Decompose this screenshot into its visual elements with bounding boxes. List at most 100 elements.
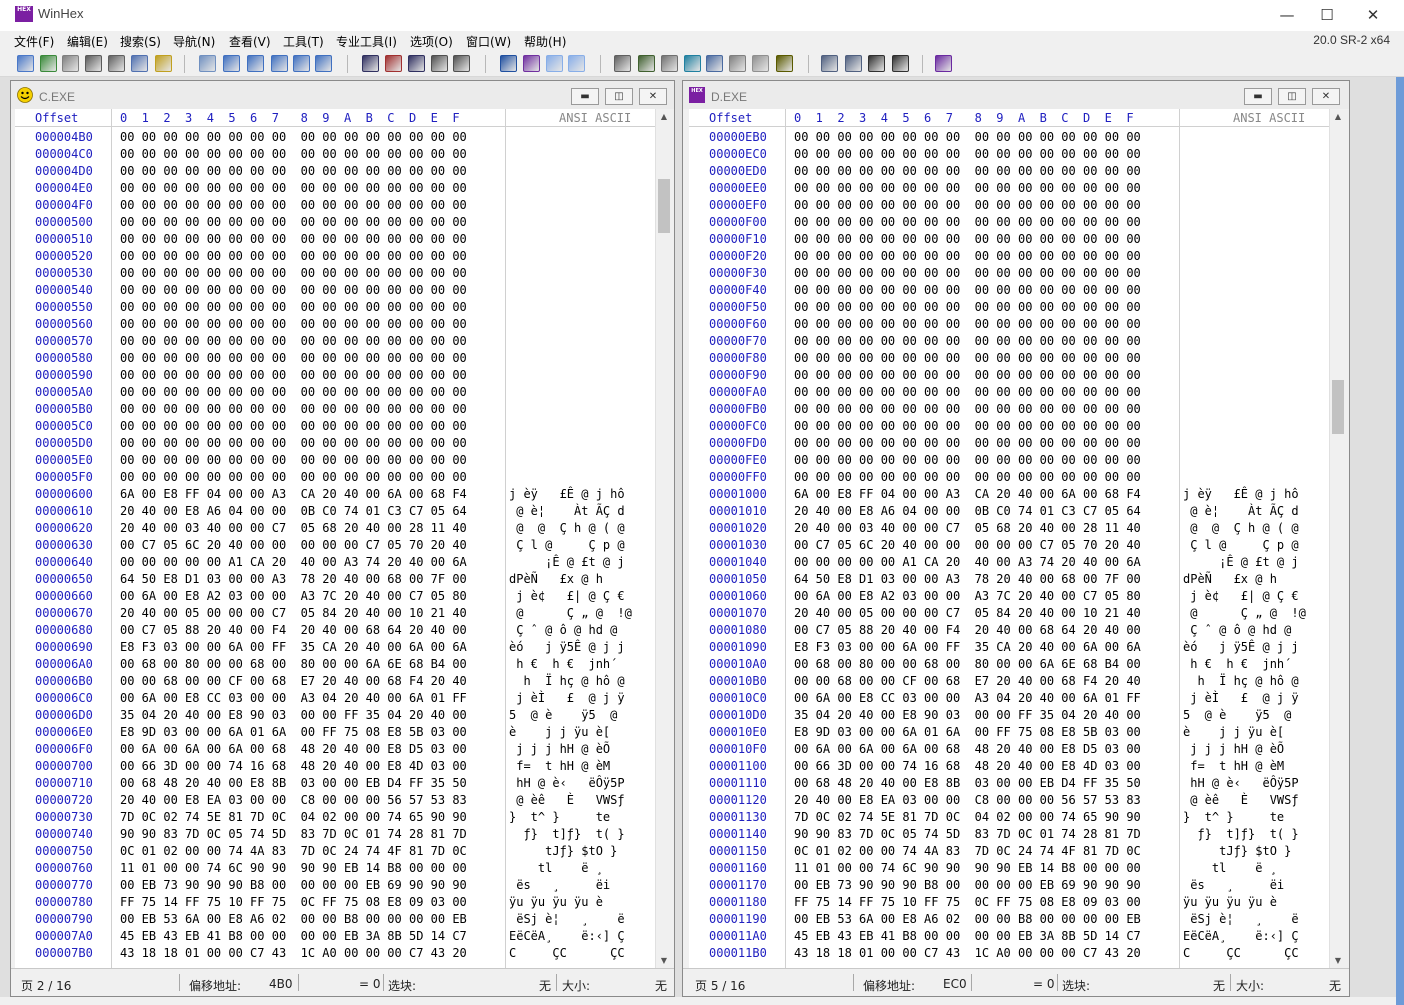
calculator-icon[interactable]	[684, 55, 701, 72]
row-ansi-text[interactable]: j j j hH @ èÕ	[1183, 741, 1299, 758]
row-hex-bytes[interactable]: 00 00 00 00 00 00 00 00 00 00 00 00 00 0…	[120, 299, 467, 316]
row-ansi-text[interactable]: èó j ÿ5Ê @ j j	[509, 639, 625, 656]
hex-row[interactable]: 00000630 00 C7 05 6C 20 40 00 00 00 00 00…	[15, 537, 655, 554]
row-hex-bytes[interactable]: 00 68 00 80 00 00 68 00 80 00 00 6A 6E 6…	[120, 656, 467, 673]
row-hex-bytes[interactable]: 00 C7 05 6C 20 40 00 00 00 00 00 C7 05 7…	[120, 537, 467, 554]
hex-row[interactable]: 00000FE0 00 00 00 00 00 00 00 00 00 00 00…	[689, 452, 1329, 469]
row-hex-bytes[interactable]: 35 04 20 40 00 E8 90 03 00 00 FF 35 04 2…	[120, 707, 467, 724]
settings-icon[interactable]	[776, 55, 793, 72]
hex-row[interactable]: 00001010 20 40 00 E8 A6 04 00 00 0B C0 74…	[689, 503, 1329, 520]
hex-row[interactable]: 00000F20 00 00 00 00 00 00 00 00 00 00 00…	[689, 248, 1329, 265]
row-ansi-text[interactable]: tl ë ¸	[509, 860, 625, 877]
row-hex-bytes[interactable]: 00 00 00 00 00 00 00 00 00 00 00 00 00 0…	[120, 384, 467, 401]
row-hex-bytes[interactable]: FF 75 14 FF 75 10 FF 75 0C FF 75 08 E8 0…	[794, 894, 1141, 911]
row-hex-bytes[interactable]: 6A 00 E8 FF 04 00 00 A3 CA 20 40 00 6A 0…	[120, 486, 467, 503]
menu-navigate[interactable]: 导航(N)	[173, 33, 215, 50]
hex-row[interactable]: 00000FA0 00 00 00 00 00 00 00 00 00 00 00…	[689, 384, 1329, 401]
row-hex-bytes[interactable]: 00 00 00 00 00 00 00 00 00 00 00 00 00 0…	[794, 384, 1141, 401]
row-hex-bytes[interactable]: 00 00 00 00 00 00 00 00 00 00 00 00 00 0…	[794, 367, 1141, 384]
hex-row[interactable]: 000010A0 00 68 00 80 00 00 68 00 80 00 00…	[689, 656, 1329, 673]
hex-row[interactable]: 00000F60 00 00 00 00 00 00 00 00 00 00 00…	[689, 316, 1329, 333]
row-hex-bytes[interactable]: 0C 01 02 00 00 74 4A 83 7D 0C 24 74 4F 8…	[794, 843, 1141, 860]
vertical-scrollbar[interactable]: ▲ ▼	[1329, 109, 1345, 969]
open-disk-icon[interactable]	[614, 55, 631, 72]
menu-edit[interactable]: 编辑(E)	[67, 33, 108, 50]
row-hex-bytes[interactable]: 00 00 00 00 00 00 00 00 00 00 00 00 00 0…	[794, 214, 1141, 231]
undo-icon[interactable]	[199, 55, 216, 72]
hex-row[interactable]: 00000500 00 00 00 00 00 00 00 00 00 00 00…	[15, 214, 655, 231]
child-title-bar[interactable]: HEX D.EXE ▬ ◫ ✕	[683, 81, 1349, 109]
row-hex-bytes[interactable]: 00 00 00 00 00 00 00 00 00 00 00 00 00 0…	[794, 180, 1141, 197]
child-close-button[interactable]: ✕	[639, 88, 667, 105]
hex-row[interactable]: 00000EF0 00 00 00 00 00 00 00 00 00 00 00…	[689, 197, 1329, 214]
row-ansi-text[interactable]: hH @ è‹ ëÔÿ5P	[509, 775, 624, 792]
prev-window-icon[interactable]	[868, 55, 885, 72]
scroll-down-icon[interactable]: ▼	[1330, 953, 1346, 969]
bookmark-icon[interactable]	[752, 55, 769, 72]
row-hex-bytes[interactable]: 00 6A 00 E8 A2 03 00 00 A3 7C 20 40 00 C…	[120, 588, 467, 605]
row-ansi-text[interactable]: ƒ} t]ƒ} t( }	[509, 826, 624, 843]
hex-row[interactable]: 000006B0 00 00 68 00 00 CF 00 68 E7 20 40…	[15, 673, 655, 690]
row-hex-bytes[interactable]: 00 00 00 00 00 00 00 00 00 00 00 00 00 0…	[120, 163, 467, 180]
row-hex-bytes[interactable]: 00 00 00 00 00 A1 CA 20 40 00 A3 74 20 4…	[794, 554, 1141, 571]
export-icon[interactable]	[155, 55, 172, 72]
child-minimize-button[interactable]: ▬	[571, 88, 599, 105]
hex-row[interactable]: 00001070 20 40 00 05 00 00 00 C7 05 84 20…	[689, 605, 1329, 622]
row-ansi-text[interactable]: @ èê È VWSƒ	[1183, 792, 1298, 809]
row-hex-bytes[interactable]: 00 00 00 00 00 00 00 00 00 00 00 00 00 0…	[794, 282, 1141, 299]
hex-row[interactable]: 00000FF0 00 00 00 00 00 00 00 00 00 00 00…	[689, 469, 1329, 486]
menu-pro-tools[interactable]: 专业工具(I)	[336, 33, 397, 50]
next-window-icon[interactable]	[892, 55, 909, 72]
row-hex-bytes[interactable]: 45 EB 43 EB 41 B8 00 00 00 00 EB 3A 8B 5…	[120, 928, 467, 945]
row-hex-bytes[interactable]: 64 50 E8 D1 03 00 00 A3 78 20 40 00 68 0…	[794, 571, 1141, 588]
child-minimize-button[interactable]: ▬	[1244, 88, 1272, 105]
row-ansi-text[interactable]: tJƒ} $tO }	[1183, 843, 1299, 860]
hex-row[interactable]: 00000780 FF 75 14 FF 75 10 FF 75 0C FF 75…	[15, 894, 655, 911]
hex-row[interactable]: 00000550 00 00 00 00 00 00 00 00 00 00 00…	[15, 299, 655, 316]
write-icon[interactable]	[315, 55, 332, 72]
row-hex-bytes[interactable]: 90 90 83 7D 0C 05 74 5D 83 7D 0C 01 74 2…	[120, 826, 467, 843]
row-ansi-text[interactable]: @ @ Ç h @ ( @	[509, 520, 624, 537]
row-hex-bytes[interactable]: 00 00 00 00 00 00 00 00 00 00 00 00 00 0…	[120, 180, 467, 197]
save-all-icon[interactable]	[85, 55, 102, 72]
hex-row[interactable]: 00000F00 00 00 00 00 00 00 00 00 00 00 00…	[689, 214, 1329, 231]
row-hex-bytes[interactable]: 45 EB 43 EB 41 B8 00 00 00 00 EB 3A 8B 5…	[794, 928, 1141, 945]
maximize-button[interactable]: ☐	[1304, 0, 1350, 31]
hex-row[interactable]: 000010C0 00 6A 00 E8 CC 03 00 00 A3 04 20…	[689, 690, 1329, 707]
menu-options[interactable]: 选项(O)	[410, 33, 453, 50]
close-button[interactable]: ✕	[1350, 0, 1396, 31]
row-ansi-text[interactable]: C ÇC ÇC	[509, 945, 632, 962]
row-ansi-text[interactable]: 5 @ è ÿ5 @	[509, 707, 625, 724]
save-icon[interactable]	[62, 55, 79, 72]
row-ansi-text[interactable]: ¡Ê @ £t @ j	[509, 554, 624, 571]
row-hex-bytes[interactable]: 00 00 00 00 00 00 00 00 00 00 00 00 00 0…	[120, 418, 467, 435]
row-hex-bytes[interactable]: 00 66 3D 00 00 74 16 68 48 20 40 00 E8 4…	[794, 758, 1141, 775]
hex-row[interactable]: 00000F10 00 00 00 00 00 00 00 00 00 00 00…	[689, 231, 1329, 248]
hex-row[interactable]: 00000620 20 40 00 03 40 00 00 C7 05 68 20…	[15, 520, 655, 537]
child-title-bar[interactable]: C.EXE ▬ ◫ ✕	[11, 81, 674, 109]
row-ansi-text[interactable]: dPèÑ £x @ h	[509, 571, 617, 588]
row-hex-bytes[interactable]: 00 6A 00 6A 00 6A 00 68 48 20 40 00 E8 D…	[794, 741, 1141, 758]
goto-icon[interactable]	[523, 55, 540, 72]
row-ansi-text[interactable]: ëSj è¦ ¸ ë	[509, 911, 624, 928]
child-close-button[interactable]: ✕	[1312, 88, 1340, 105]
row-ansi-text[interactable]: j èÌ £ @ j ÿ	[1183, 690, 1298, 707]
row-hex-bytes[interactable]: 00 00 68 00 00 CF 00 68 E7 20 40 00 68 F…	[120, 673, 467, 690]
hex-row[interactable]: 00001060 00 6A 00 E8 A2 03 00 00 A3 7C 20…	[689, 588, 1329, 605]
row-hex-bytes[interactable]: 43 18 18 01 00 00 C7 43 1C A0 00 00 00 C…	[794, 945, 1141, 962]
row-ansi-text[interactable]: Ç ˆ @ ô @ hd @	[1183, 622, 1299, 639]
row-hex-bytes[interactable]: E8 9D 03 00 00 6A 01 6A 00 FF 75 08 E8 5…	[120, 724, 467, 741]
menu-file[interactable]: 文件(F)	[14, 33, 54, 50]
row-ansi-text[interactable]: ës ¸ ëi	[1183, 877, 1306, 894]
hex-row[interactable]: 00000F30 00 00 00 00 00 00 00 00 00 00 00…	[689, 265, 1329, 282]
row-ansi-text[interactable]: @ è¦ Àt ÃÇ d	[509, 503, 624, 520]
row-hex-bytes[interactable]: 00 00 00 00 00 00 00 00 00 00 00 00 00 0…	[794, 299, 1141, 316]
hex-row[interactable]: 00000FC0 00 00 00 00 00 00 00 00 00 00 00…	[689, 418, 1329, 435]
row-hex-bytes[interactable]: 00 00 00 00 00 00 00 00 00 00 00 00 00 0…	[794, 146, 1141, 163]
hex-row[interactable]: 00000560 00 00 00 00 00 00 00 00 00 00 00…	[15, 316, 655, 333]
hex-row[interactable]: 000007B0 43 18 18 01 00 00 C7 43 1C A0 00…	[15, 945, 655, 962]
row-hex-bytes[interactable]: 20 40 00 E8 A6 04 00 00 0B C0 74 01 C3 C…	[120, 503, 467, 520]
hex-row[interactable]: 00001160 11 01 00 00 74 6C 90 90 90 90 EB…	[689, 860, 1329, 877]
hex-row[interactable]: 00000F40 00 00 00 00 00 00 00 00 00 00 00…	[689, 282, 1329, 299]
row-hex-bytes[interactable]: 00 C7 05 6C 20 40 00 00 00 00 00 C7 05 7…	[794, 537, 1141, 554]
